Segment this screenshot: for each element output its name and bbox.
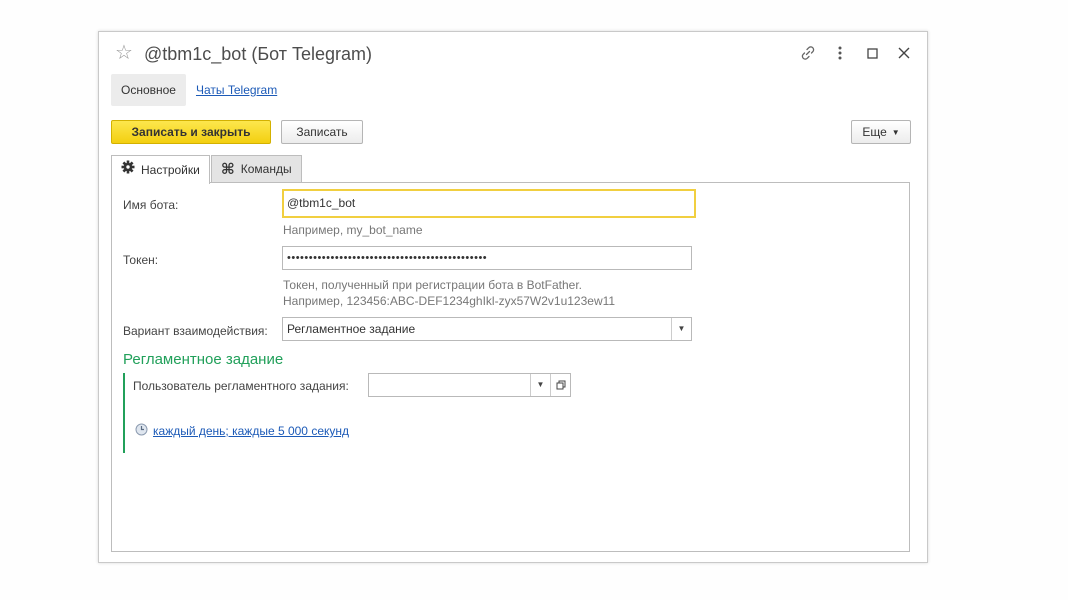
token-hint-line2: Например, 123456:ABC-DEF1234ghIkl-zyx57W… xyxy=(283,294,616,308)
tab-settings[interactable]: Настройки xyxy=(111,155,210,184)
open-icon[interactable] xyxy=(550,374,570,396)
save-and-close-button[interactable]: Записать и закрыть xyxy=(111,120,271,144)
command-icon: ⌘ xyxy=(220,160,235,178)
more-menu-icon[interactable] xyxy=(831,44,849,62)
gear-icon xyxy=(121,157,135,184)
clock-icon xyxy=(135,423,148,439)
dialog-window: ☆ @tbm1c_bot (Бот Telegram) Основное Чат… xyxy=(98,31,928,563)
variant-select[interactable]: Регламентное задание ▼ xyxy=(282,317,692,341)
bot-name-label: Имя бота: xyxy=(123,198,179,212)
tab-commands-label: Команды xyxy=(240,161,292,176)
nav-main[interactable]: Основное xyxy=(111,74,186,106)
settings-panel: Имя бота: @tbm1c_bot Например, my_bot_na… xyxy=(111,182,910,552)
caret-down-icon: ▼ xyxy=(891,127,900,137)
bot-name-hint: Например, my_bot_name xyxy=(283,223,423,237)
schedule-link-text[interactable]: каждый день; каждые 5 000 секунд xyxy=(153,424,349,438)
close-icon[interactable] xyxy=(895,44,913,62)
window-title: @tbm1c_bot (Бот Telegram) xyxy=(144,44,373,64)
schedule-user-input[interactable]: ▼ xyxy=(368,373,571,397)
group-accent-bar xyxy=(123,373,125,453)
link-icon[interactable] xyxy=(799,44,817,62)
tab-commands[interactable]: ⌘ Команды xyxy=(210,155,302,182)
tab-settings-label: Настройки xyxy=(141,162,200,177)
maximize-icon[interactable] xyxy=(863,44,881,62)
tab-strip: Настройки ⌘ Команды xyxy=(111,155,303,184)
token-value: ••••••••••••••••••••••••••••••••••••••••… xyxy=(287,252,488,264)
save-button[interactable]: Записать xyxy=(281,120,363,144)
window-controls xyxy=(799,42,913,64)
schedule-group-title: Регламентное задание xyxy=(123,351,284,368)
token-hint-line1: Токен, полученный при регистрации бота в… xyxy=(283,278,582,292)
schedule-link[interactable]: каждый день; каждые 5 000 секунд xyxy=(135,423,349,439)
star-icon[interactable]: ☆ xyxy=(115,41,133,65)
more-button[interactable]: Еще ▼ xyxy=(851,120,911,144)
more-button-label: Еще xyxy=(862,125,887,139)
token-input[interactable]: ••••••••••••••••••••••••••••••••••••••••… xyxy=(282,246,692,270)
variant-label: Вариант взаимодействия: xyxy=(123,324,268,338)
variant-value: Регламентное задание xyxy=(287,322,416,336)
bot-name-value: @tbm1c_bot xyxy=(287,196,356,210)
token-label: Токен: xyxy=(123,253,159,267)
schedule-user-label: Пользователь регламентного задания: xyxy=(133,379,349,393)
dropdown-arrow-icon[interactable]: ▼ xyxy=(530,374,550,396)
bot-name-input[interactable]: @tbm1c_bot xyxy=(282,189,696,218)
command-bar: Записать и закрыть Записать Еще ▼ xyxy=(111,119,911,147)
dropdown-arrow-icon[interactable]: ▼ xyxy=(671,318,691,340)
title-bar: ☆ @tbm1c_bot (Бот Telegram) xyxy=(99,32,927,74)
navigation-bar: Основное Чаты Telegram xyxy=(111,74,277,106)
nav-link-chats[interactable]: Чаты Telegram xyxy=(196,83,277,97)
